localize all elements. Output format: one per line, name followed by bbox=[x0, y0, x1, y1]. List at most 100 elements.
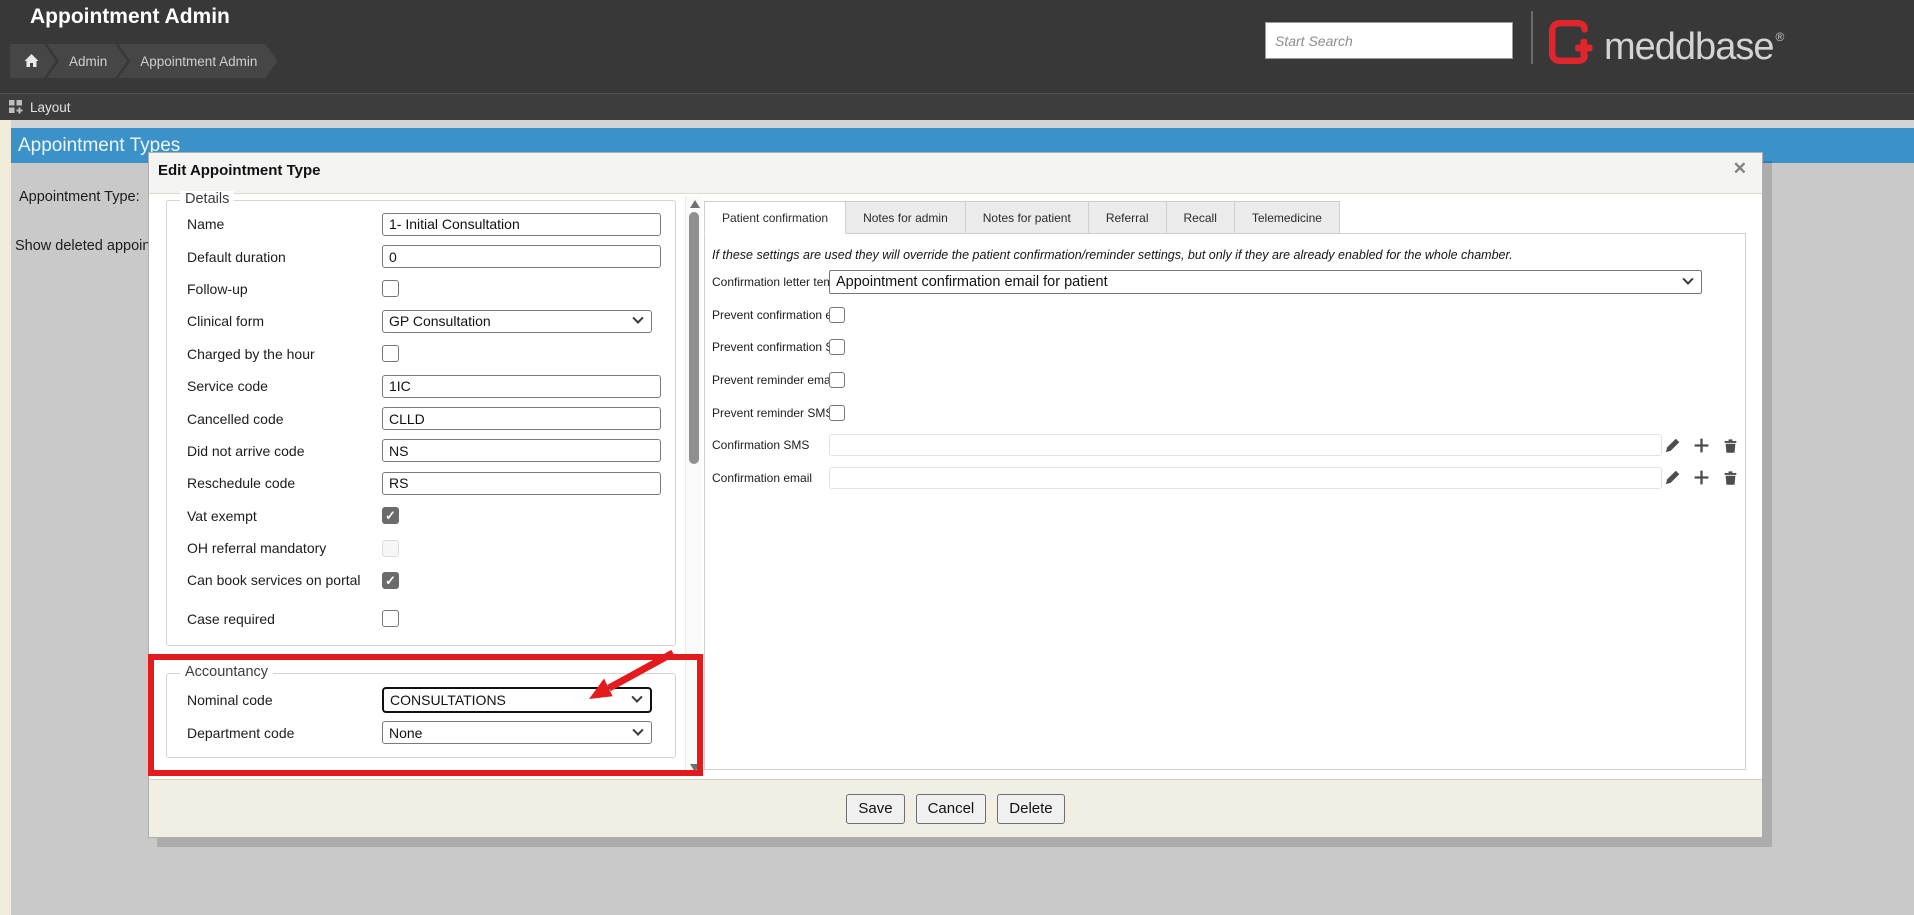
default-duration-input[interactable] bbox=[382, 245, 661, 268]
tab-referral[interactable]: Referral bbox=[1089, 201, 1167, 234]
field-label: Name bbox=[187, 216, 382, 232]
plus-icon[interactable] bbox=[1693, 437, 1710, 454]
plus-icon[interactable] bbox=[1693, 469, 1710, 486]
field-label: Prevent confirmation email bbox=[712, 308, 829, 322]
pencil-icon[interactable] bbox=[1664, 437, 1681, 454]
field-label: Confirmation letter template bbox=[712, 275, 829, 289]
scrollbar-thumb[interactable] bbox=[689, 212, 699, 464]
trash-icon[interactable] bbox=[1722, 437, 1739, 454]
confirmation-letter-template-value: Appointment confirmation email for patie… bbox=[836, 274, 1108, 290]
tab-notes-for-admin[interactable]: Notes for admin bbox=[846, 201, 966, 234]
top-header: Appointment Admin meddbase® Admin Appoin… bbox=[0, 0, 1914, 93]
breadcrumb-home[interactable] bbox=[10, 44, 56, 78]
save-button[interactable]: Save bbox=[846, 794, 904, 824]
tab-recall[interactable]: Recall bbox=[1167, 201, 1235, 234]
field-label: Confirmation SMS bbox=[712, 438, 829, 452]
field-label: Department code bbox=[187, 725, 382, 741]
form-row-case-required: Case required bbox=[187, 603, 675, 635]
accountancy-fieldset: Accountancy Nominal code CONSULTATIONS D… bbox=[166, 673, 676, 758]
tab-telemedicine[interactable]: Telemedicine bbox=[1235, 201, 1340, 234]
reschedule-code-input[interactable] bbox=[382, 472, 661, 495]
tab-notes-for-patient[interactable]: Notes for patient bbox=[966, 201, 1089, 234]
chevron-down-icon bbox=[632, 313, 643, 324]
breadcrumb-appointment-admin[interactable]: Appointment Admin bbox=[118, 44, 277, 78]
form-row-default-duration: Default duration bbox=[187, 240, 675, 272]
layout-grid-icon bbox=[9, 100, 23, 114]
brand-logo: meddbase® bbox=[1548, 14, 1783, 70]
layout-toolbar[interactable]: Layout bbox=[0, 93, 1914, 120]
form-row-portal-booking: Can book services on portal bbox=[187, 564, 675, 596]
delete-button[interactable]: Delete bbox=[997, 794, 1064, 824]
divider-strip bbox=[11, 120, 1914, 128]
show-deleted-label: Show deleted appoin bbox=[15, 238, 148, 254]
nominal-code-value: CONSULTATIONS bbox=[390, 692, 506, 708]
prevent-reminder-sms-checkbox[interactable] bbox=[829, 405, 845, 421]
left-edge-strip bbox=[0, 120, 11, 915]
can-book-services-portal-checkbox[interactable] bbox=[382, 572, 399, 589]
cancel-button[interactable]: Cancel bbox=[916, 794, 987, 824]
prevent-confirmation-sms-checkbox[interactable] bbox=[829, 339, 845, 355]
registered-mark: ® bbox=[1775, 30, 1783, 44]
row-confirmation-email: Confirmation email bbox=[712, 462, 1745, 495]
case-required-checkbox[interactable] bbox=[382, 610, 399, 627]
dialog-header: Edit Appointment Type ✕ bbox=[149, 153, 1762, 194]
row-prevent-reminder-sms: Prevent reminder SMS bbox=[712, 396, 1745, 429]
confirmation-email-input[interactable] bbox=[829, 467, 1662, 489]
confirmation-email-actions bbox=[1664, 469, 1745, 486]
trash-icon[interactable] bbox=[1722, 469, 1739, 486]
clinical-form-select[interactable]: GP Consultation bbox=[382, 310, 652, 333]
breadcrumb-admin[interactable]: Admin bbox=[47, 44, 127, 78]
confirmation-sms-input[interactable] bbox=[829, 434, 1662, 456]
pencil-icon[interactable] bbox=[1664, 469, 1681, 486]
right-panel: Patient confirmation Notes for admin Not… bbox=[704, 201, 1746, 770]
form-row-reschedule-code: Reschedule code bbox=[187, 467, 675, 499]
cancelled-code-input[interactable] bbox=[382, 407, 661, 430]
override-note: If these settings are used they will ove… bbox=[712, 248, 1735, 262]
nominal-code-select[interactable]: CONSULTATIONS bbox=[382, 687, 652, 713]
close-icon[interactable]: ✕ bbox=[1733, 160, 1747, 177]
field-label: Vat exempt bbox=[187, 508, 382, 524]
header-divider bbox=[1531, 11, 1533, 64]
field-label: Default duration bbox=[187, 249, 382, 265]
prevent-reminder-email-checkbox[interactable] bbox=[829, 372, 845, 388]
follow-up-checkbox[interactable] bbox=[382, 280, 399, 297]
confirmation-letter-template-select[interactable]: Appointment confirmation email for patie… bbox=[829, 270, 1702, 294]
name-input[interactable] bbox=[382, 213, 661, 236]
form-row-service-code: Service code bbox=[187, 370, 675, 402]
tab-strip: Patient confirmation Notes for admin Not… bbox=[704, 201, 1746, 234]
left-pane-scrollbar[interactable] bbox=[685, 196, 702, 776]
dialog-footer: Save Cancel Delete bbox=[149, 779, 1762, 837]
row-prevent-confirmation-email: Prevent confirmation email bbox=[712, 299, 1745, 332]
brand-name: meddbase® bbox=[1604, 14, 1783, 70]
breadcrumb: Admin Appointment Admin bbox=[10, 44, 277, 78]
form-row-nominal-code: Nominal code CONSULTATIONS bbox=[187, 683, 675, 716]
patient-confirmation-panel: If these settings are used they will ove… bbox=[704, 233, 1746, 770]
field-label: Clinical form bbox=[187, 313, 382, 329]
field-label: Case required bbox=[187, 611, 382, 627]
form-row-name: Name bbox=[187, 208, 675, 240]
search-input[interactable] bbox=[1265, 22, 1513, 59]
did-not-arrive-code-input[interactable] bbox=[382, 439, 661, 462]
department-code-select[interactable]: None bbox=[382, 721, 652, 744]
chevron-down-icon bbox=[631, 691, 642, 702]
clinical-form-value: GP Consultation bbox=[389, 313, 491, 329]
field-label: Confirmation email bbox=[712, 471, 829, 485]
dialog-title: Edit Appointment Type bbox=[158, 162, 321, 179]
layout-label: Layout bbox=[30, 100, 71, 115]
field-label: Did not arrive code bbox=[187, 443, 382, 459]
charged-by-hour-checkbox[interactable] bbox=[382, 345, 399, 362]
page: Appointment Admin meddbase® Admin Appoin… bbox=[0, 0, 1914, 915]
scroll-up-icon[interactable] bbox=[690, 200, 700, 208]
tab-patient-confirmation[interactable]: Patient confirmation bbox=[704, 201, 846, 234]
scroll-down-icon[interactable] bbox=[690, 764, 700, 772]
form-row-did-not-arrive-code: Did not arrive code bbox=[187, 435, 675, 467]
form-row-department-code: Department code None bbox=[187, 716, 675, 749]
oh-referral-mandatory-checkbox bbox=[382, 540, 399, 557]
form-row-oh-referral: OH referral mandatory bbox=[187, 532, 675, 564]
vat-exempt-checkbox[interactable] bbox=[382, 507, 399, 524]
details-fieldset: Details Name Default duration Follow-up … bbox=[166, 200, 676, 646]
field-label: Prevent confirmation SMS bbox=[712, 340, 829, 354]
prevent-confirmation-email-checkbox[interactable] bbox=[829, 307, 845, 323]
form-row-charged-by-hour: Charged by the hour bbox=[187, 338, 675, 370]
service-code-input[interactable] bbox=[382, 375, 661, 398]
